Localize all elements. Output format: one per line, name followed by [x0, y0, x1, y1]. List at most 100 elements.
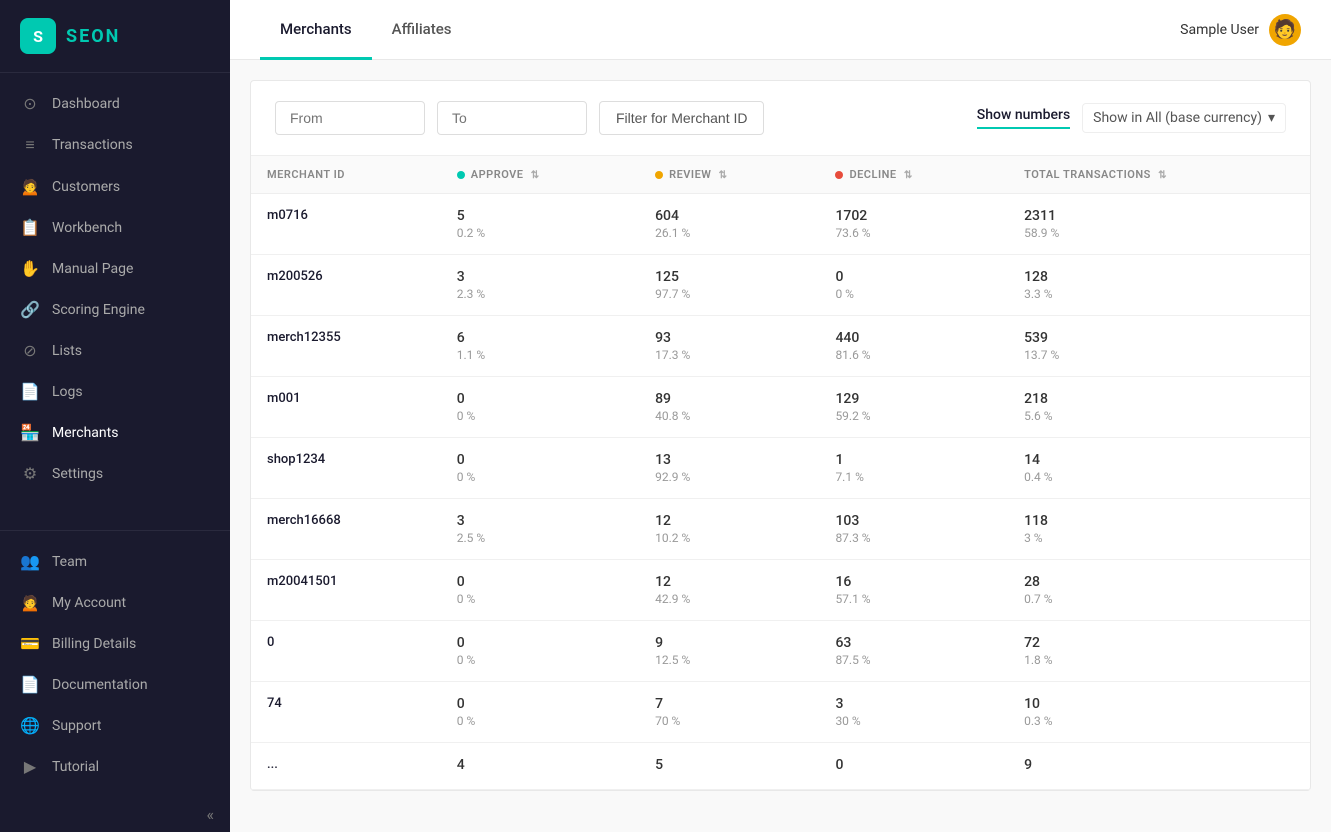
workbench-icon: 📋	[20, 218, 40, 237]
review-cell: 604 26.1 %	[639, 194, 819, 255]
col-approve[interactable]: APPROVE ⇅	[441, 156, 639, 194]
sidebar-item-tutorial[interactable]: ▶ Tutorial	[0, 746, 230, 787]
sidebar-item-my-account[interactable]: 🙍 My Account	[0, 582, 230, 623]
currency-dropdown[interactable]: Show in All (base currency) ▾	[1082, 103, 1286, 133]
approve-pct: 0.2 %	[457, 226, 623, 240]
sidebar-item-documentation[interactable]: 📄 Documentation	[0, 664, 230, 705]
table-row[interactable]: shop1234 0 0 % 13 92.9 % 1 7.1 % 14 0.4 …	[251, 438, 1310, 499]
documentation-icon: 📄	[20, 675, 40, 694]
sidebar-item-team[interactable]: 👥 Team	[0, 541, 230, 582]
approve-pct: 0 %	[457, 653, 623, 667]
sidebar-label-logs: Logs	[52, 384, 83, 400]
sidebar-item-lists[interactable]: ⊘ Lists	[0, 330, 230, 371]
sort-icon-review: ⇅	[719, 170, 728, 181]
approve-count: 0	[457, 696, 623, 712]
review-pct: 26.1 %	[655, 226, 803, 240]
show-numbers-button[interactable]: Show numbers	[977, 107, 1070, 129]
sidebar-item-support[interactable]: 🌐 Support	[0, 705, 230, 746]
user-name: Sample User	[1180, 22, 1259, 38]
total-pct: 13.7 %	[1024, 348, 1294, 362]
merchant-id-cell: ...	[251, 743, 441, 790]
decline-pct: 59.2 %	[835, 409, 992, 423]
table-row[interactable]: 74 0 0 % 7 70 % 3 30 % 10 0.3 %	[251, 682, 1310, 743]
decline-count: 1	[835, 452, 992, 468]
to-input[interactable]	[437, 101, 587, 135]
total-pct: 3 %	[1024, 531, 1294, 545]
collapse-button[interactable]: «	[0, 797, 230, 832]
sort-icon-total: ⇅	[1158, 170, 1167, 181]
sidebar-item-manual-page[interactable]: ✋ Manual Page	[0, 248, 230, 289]
sidebar-item-transactions[interactable]: ≡ Transactions	[0, 124, 230, 166]
approve-count: 0	[457, 391, 623, 407]
total-cell: 128 3.3 %	[1008, 255, 1310, 316]
sidebar-item-merchants[interactable]: 🏪 Merchants	[0, 412, 230, 453]
my-account-icon: 🙍	[20, 593, 40, 612]
user-area[interactable]: Sample User 🧑	[1180, 14, 1301, 46]
merchant-id-cell: merch12355	[251, 316, 441, 377]
decline-pct: 81.6 %	[835, 348, 992, 362]
sidebar-item-billing[interactable]: 💳 Billing Details	[0, 623, 230, 664]
table-row[interactable]: merch12355 6 1.1 % 93 17.3 % 440 81.6 % …	[251, 316, 1310, 377]
review-count: 12	[655, 574, 803, 590]
decline-cell: 129 59.2 %	[819, 377, 1008, 438]
table-row[interactable]: m001 0 0 % 89 40.8 % 129 59.2 % 218 5.6 …	[251, 377, 1310, 438]
merchant-id-filter[interactable]: Filter for Merchant ID	[599, 101, 764, 135]
transactions-icon: ≡	[20, 135, 40, 155]
from-input[interactable]	[275, 101, 425, 135]
decline-cell: 3 30 %	[819, 682, 1008, 743]
sidebar-item-workbench[interactable]: 📋 Workbench	[0, 207, 230, 248]
table-row[interactable]: m200526 3 2.3 % 125 97.7 % 0 0 % 128 3.3…	[251, 255, 1310, 316]
total-count: 218	[1024, 391, 1294, 407]
sidebar-item-logs[interactable]: 📄 Logs	[0, 371, 230, 412]
decline-cell: 103 87.3 %	[819, 499, 1008, 560]
sidebar-label-my-account: My Account	[52, 595, 126, 611]
table-row[interactable]: ... 4 5 0 9	[251, 743, 1310, 790]
review-count: 5	[655, 757, 803, 773]
review-pct: 17.3 %	[655, 348, 803, 362]
tab-merchants[interactable]: Merchants	[260, 0, 372, 60]
decline-pct: 57.1 %	[835, 592, 992, 606]
approve-cell: 4	[441, 743, 639, 790]
review-count: 9	[655, 635, 803, 651]
sidebar-label-billing: Billing Details	[52, 636, 136, 652]
col-review[interactable]: REVIEW ⇅	[639, 156, 819, 194]
sidebar-item-dashboard[interactable]: ⊙ Dashboard	[0, 83, 230, 124]
customers-icon: 🙍	[20, 177, 40, 196]
col-total[interactable]: TOTAL TRANSACTIONS ⇅	[1008, 156, 1310, 194]
approve-count: 3	[457, 269, 623, 285]
total-count: 539	[1024, 330, 1294, 346]
decline-count: 1702	[835, 208, 992, 224]
total-cell: 14 0.4 %	[1008, 438, 1310, 499]
approve-count: 4	[457, 757, 623, 773]
sidebar-bottom: 👥 Team 🙍 My Account 💳 Billing Details 📄 …	[0, 530, 230, 797]
sidebar-item-settings[interactable]: ⚙ Settings	[0, 453, 230, 494]
decline-count: 440	[835, 330, 992, 346]
merchant-id-cell: m0716	[251, 194, 441, 255]
table-row[interactable]: merch16668 3 2.5 % 12 10.2 % 103 87.3 % …	[251, 499, 1310, 560]
review-count: 13	[655, 452, 803, 468]
sidebar-label-customers: Customers	[52, 179, 120, 195]
col-decline[interactable]: DECLINE ⇅	[819, 156, 1008, 194]
review-cell: 5	[639, 743, 819, 790]
sidebar-nav: ⊙ Dashboard ≡ Transactions 🙍 Customers 📋…	[0, 73, 230, 530]
merchant-id-cell: m20041501	[251, 560, 441, 621]
scoring-engine-icon: 🔗	[20, 300, 40, 319]
support-icon: 🌐	[20, 716, 40, 735]
table-row[interactable]: m0716 5 0.2 % 604 26.1 % 1702 73.6 % 231…	[251, 194, 1310, 255]
table-row[interactable]: m20041501 0 0 % 12 42.9 % 16 57.1 % 28 0…	[251, 560, 1310, 621]
sidebar-item-scoring-engine[interactable]: 🔗 Scoring Engine	[0, 289, 230, 330]
review-count: 93	[655, 330, 803, 346]
table-row[interactable]: 0 0 0 % 9 12.5 % 63 87.5 % 72 1.8 %	[251, 621, 1310, 682]
approve-cell: 6 1.1 %	[441, 316, 639, 377]
sidebar-item-customers[interactable]: 🙍 Customers	[0, 166, 230, 207]
decline-cell: 16 57.1 %	[819, 560, 1008, 621]
tab-affiliates[interactable]: Affiliates	[372, 0, 472, 60]
green-dot	[457, 171, 465, 179]
decline-pct: 7.1 %	[835, 470, 992, 484]
merchants-icon: 🏪	[20, 423, 40, 442]
sidebar-label-manual-page: Manual Page	[52, 261, 133, 277]
decline-count: 16	[835, 574, 992, 590]
review-pct: 42.9 %	[655, 592, 803, 606]
decline-cell: 1 7.1 %	[819, 438, 1008, 499]
approve-cell: 5 0.2 %	[441, 194, 639, 255]
